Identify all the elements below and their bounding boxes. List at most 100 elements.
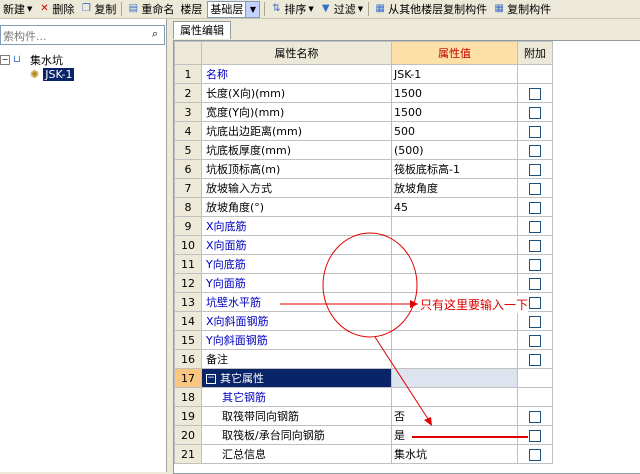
property-name-label: 名称 <box>206 68 228 81</box>
property-name: 名称 <box>201 64 392 84</box>
property-value[interactable]: 放坡角度 <box>391 178 518 198</box>
table-row[interactable]: 3 宽度(Y向)(mm) 1500 <box>174 102 553 122</box>
table-row[interactable]: 5 坑底板厚度(mm) (500) <box>174 140 553 160</box>
extra-checkbox[interactable] <box>529 258 541 271</box>
tree-node-root[interactable]: − ⊔ 集水坑 <box>0 52 63 68</box>
property-value[interactable] <box>391 349 518 369</box>
extra-checkbox[interactable] <box>529 220 541 233</box>
copy-from-floor-button[interactable]: ▦ 从其他楼层复制构件 <box>371 0 490 18</box>
property-value[interactable] <box>391 387 518 407</box>
row-number: 20 <box>174 425 202 445</box>
table-row[interactable]: 2 长度(X向)(mm) 1500 <box>174 83 553 103</box>
dropdown-arrow-icon: ▼ <box>308 5 314 13</box>
extra-checkbox[interactable] <box>529 87 541 100</box>
table-row[interactable]: 7 放坡输入方式 放坡角度 <box>174 178 553 198</box>
delete-button[interactable]: ✕ 删除 <box>35 0 77 18</box>
delete-label: 删除 <box>52 3 75 16</box>
extra-cell <box>517 102 553 122</box>
property-value[interactable] <box>391 254 518 274</box>
dropdown-arrow-icon: ▼ <box>27 5 33 13</box>
table-row[interactable]: 21 汇总信息 集水坑 <box>174 444 553 464</box>
property-value[interactable]: (500) <box>391 140 518 160</box>
table-row[interactable]: 1 名称 JSK-1 <box>174 64 553 84</box>
row-number: 7 <box>174 178 202 198</box>
table-row[interactable]: 10 X向面筋 <box>174 235 553 255</box>
table-row[interactable]: 4 坑底出边距离(mm) 500 <box>174 121 553 141</box>
extra-checkbox[interactable] <box>529 296 541 309</box>
property-name-label: 其它属性 <box>220 372 264 385</box>
annotation-text: 只有这里要输入一下 <box>420 296 529 313</box>
property-name-label: X向斜面钢筋 <box>206 315 269 328</box>
delete-icon: ✕ <box>40 3 49 14</box>
extra-cell <box>517 159 553 179</box>
table-row[interactable]: 6 坑板顶标高(m) 筏板底标高-1 <box>174 159 553 179</box>
extra-checkbox[interactable] <box>529 315 541 328</box>
property-value[interactable]: 筏板底标高-1 <box>391 159 518 179</box>
extra-checkbox[interactable] <box>529 334 541 347</box>
chevron-down-icon[interactable]: ▼ <box>245 1 260 17</box>
extra-checkbox[interactable] <box>529 106 541 119</box>
copy-label: 复制 <box>94 3 117 16</box>
property-value[interactable] <box>391 216 518 236</box>
extra-checkbox[interactable] <box>529 410 541 423</box>
rename-button[interactable]: ▤ 重命名 <box>124 0 177 18</box>
extra-checkbox[interactable] <box>529 182 541 195</box>
table-row[interactable]: 14 X向斜面钢筋 <box>174 311 553 331</box>
table-row[interactable]: 16 备注 <box>174 349 553 369</box>
property-value[interactable]: 1500 <box>391 102 518 122</box>
search-input[interactable]: 索构件... ⌕ <box>0 25 165 45</box>
property-value[interactable]: 集水坑 <box>391 444 518 464</box>
property-value[interactable]: 500 <box>391 121 518 141</box>
table-row[interactable]: 18 其它钢筋 <box>174 387 553 407</box>
property-value[interactable] <box>391 235 518 255</box>
table-row[interactable]: 17− 其它属性 <box>174 368 553 388</box>
floor-select[interactable]: 基础层 ▼ <box>207 0 261 18</box>
property-name-label: 其它钢筋 <box>222 391 266 404</box>
row-number: 15 <box>174 330 202 350</box>
extra-checkbox[interactable] <box>529 353 541 366</box>
search-icon[interactable]: ⌕ <box>148 27 162 41</box>
extra-checkbox[interactable] <box>529 163 541 176</box>
property-panel: 属性编辑 属性名称 属性值 附加 1 名称 JSK-1 2 长度(X向)(mm) 1500… <box>171 19 640 474</box>
tree-node-child[interactable]: ✺ JSK-1 <box>30 68 75 81</box>
table-row[interactable]: 12 Y向面筋 <box>174 273 553 293</box>
table-row[interactable]: 15 Y向斜面钢筋 <box>174 330 553 350</box>
row-number: 9 <box>174 216 202 236</box>
table-row[interactable]: 11 Y向底筋 <box>174 254 553 274</box>
collapse-icon[interactable]: − <box>0 55 10 65</box>
property-value[interactable] <box>391 311 518 331</box>
copy-button[interactable]: ❐ 复制 <box>77 0 119 18</box>
property-value[interactable] <box>391 273 518 293</box>
copy-component-button[interactable]: ▦ 复制构件 <box>490 0 554 18</box>
property-name: Y向底筋 <box>201 254 392 274</box>
property-value[interactable]: 否 <box>391 406 518 426</box>
extra-checkbox[interactable] <box>529 144 541 157</box>
property-value[interactable]: 1500 <box>391 83 518 103</box>
extra-checkbox[interactable] <box>529 448 541 461</box>
table-row[interactable]: 9 X向底筋 <box>174 216 553 236</box>
table-row[interactable]: 8 放坡角度(°) 45 <box>174 197 553 217</box>
table-row[interactable]: 20 取筏板/承台同向钢筋 是 <box>174 425 553 445</box>
property-value[interactable] <box>391 368 518 388</box>
extra-checkbox[interactable] <box>529 201 541 214</box>
property-value[interactable]: 45 <box>391 197 518 217</box>
new-button[interactable]: 新建 ▼ <box>0 0 35 18</box>
extra-checkbox[interactable] <box>529 239 541 252</box>
property-name: Y向斜面钢筋 <box>201 330 392 350</box>
tab-property-edit[interactable]: 属性编辑 <box>173 21 231 39</box>
property-value[interactable]: 是 <box>391 425 518 445</box>
sort-button[interactable]: ⇅ 排序 ▼ <box>267 0 316 18</box>
collapse-icon[interactable]: − <box>206 374 216 384</box>
property-value[interactable]: JSK-1 <box>391 64 518 84</box>
extra-checkbox[interactable] <box>529 277 541 290</box>
property-name-label: 坑壁水平筋 <box>206 296 261 309</box>
extra-checkbox[interactable] <box>529 125 541 138</box>
property-name: X向面筋 <box>201 235 392 255</box>
filter-button[interactable]: ▼ 过滤 ▼ <box>317 0 366 18</box>
filter-label: 过滤 <box>333 3 356 16</box>
row-number: 1 <box>174 64 202 84</box>
extra-cell <box>517 140 553 160</box>
table-row[interactable]: 19 取筏带同向钢筋 否 <box>174 406 553 426</box>
extra-checkbox[interactable] <box>529 429 541 442</box>
property-value[interactable] <box>391 330 518 350</box>
